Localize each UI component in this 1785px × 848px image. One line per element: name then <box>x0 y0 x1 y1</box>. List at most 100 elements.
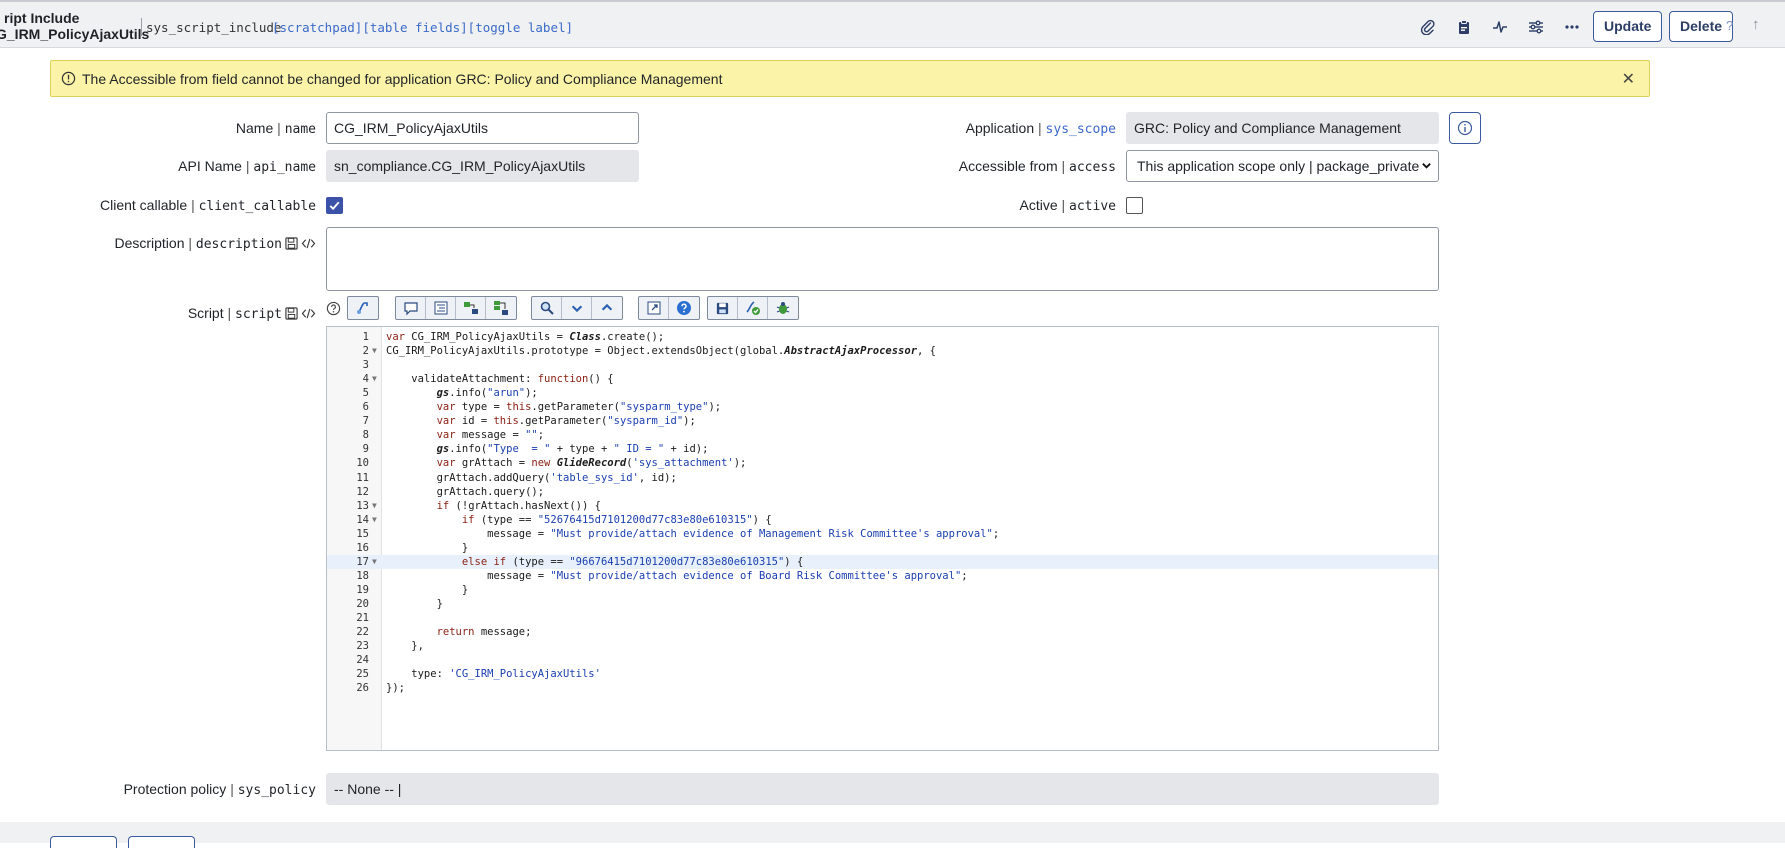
code-line[interactable]: 21 <box>327 611 1438 625</box>
code-line[interactable]: 11 grAttach.addQuery('table_sys_id', id)… <box>327 471 1438 485</box>
code-text: validateAttachment: function() { <box>386 373 614 386</box>
scroll-up-icon[interactable]: ↑ <box>1752 16 1760 33</box>
script-editor[interactable]: 1 var CG_IRM_PolicyAjaxUtils = Class.crea… <box>326 326 1439 751</box>
api-name-label: API Name | api_name <box>178 158 316 175</box>
code-line[interactable]: 17 ▼ else if (type == "96676415d7101200d7… <box>327 554 1438 569</box>
line-number: 17 <box>356 555 369 568</box>
code-line[interactable]: 5 gs.info("arun"); <box>327 386 1438 400</box>
toolbar-group-view <box>638 296 700 320</box>
fold-arrow-icon[interactable]: ▼ <box>372 513 377 527</box>
fold-down-icon[interactable] <box>562 297 592 319</box>
clipboard-icon[interactable] <box>1451 15 1477 39</box>
code-line[interactable]: 19 } <box>327 583 1438 597</box>
code-line[interactable]: 26}); <box>327 681 1438 695</box>
sliders-icon[interactable] <box>1523 15 1549 39</box>
replace-all-icon[interactable] <box>486 297 516 319</box>
code-text: grAttach.addQuery('table_sys_id', id); <box>386 471 677 484</box>
scratchpad-link[interactable]: [scratchpad] <box>272 20 362 35</box>
paperclip-icon[interactable] <box>1415 15 1441 39</box>
code-line[interactable]: 9 gs.info("Type = " + type + " ID = " + … <box>327 442 1438 456</box>
code-line[interactable]: 20 } <box>327 597 1438 611</box>
script-help-icon[interactable] <box>326 301 341 319</box>
debug-icon[interactable] <box>768 297 798 319</box>
fold-up-icon[interactable] <box>592 297 622 319</box>
active-checkbox[interactable] <box>1126 197 1143 214</box>
code-line[interactable]: 10 var grAttach = new GlideRecord('sys_a… <box>327 456 1438 470</box>
script-debugger-icon[interactable] <box>738 297 768 319</box>
line-number: 19 <box>356 583 369 596</box>
update-button[interactable]: Update <box>1593 11 1663 42</box>
code-line[interactable]: 12 grAttach.query(); <box>327 485 1438 499</box>
code-line[interactable]: 25 type: 'CG_IRM_PolicyAjaxUtils' <box>327 667 1438 681</box>
code-text: if (!grAttach.hasNext()) { <box>436 499 601 512</box>
format-icon[interactable] <box>426 297 456 319</box>
form-header: ript Include G_IRM_PolicyAjaxUtils sys_s… <box>0 0 1785 48</box>
code-line[interactable]: 2 ▼ CG_IRM_PolicyAjaxUtils.prototype = Obj… <box>327 344 1438 358</box>
code-line[interactable]: 7 var id = this.getParameter("sysparm_id… <box>327 414 1438 428</box>
script-include-icon[interactable] <box>348 297 378 319</box>
footer-update-button[interactable] <box>50 836 117 848</box>
close-icon[interactable]: ✕ <box>1622 69 1635 89</box>
toggle-label-link[interactable]: [toggle label] <box>468 20 573 35</box>
code-line[interactable]: 13 ▼ if (!grAttach.hasNext()) { <box>327 499 1438 513</box>
code-line[interactable]: 14 ▼ if (type == "52676415d7101200d77c83e… <box>327 513 1438 527</box>
protection-policy-field: -- None -- | <box>326 773 1439 805</box>
fullscreen-icon[interactable] <box>639 297 669 319</box>
code-icon[interactable] <box>301 307 316 320</box>
checkmark-icon <box>329 201 340 211</box>
activity-icon[interactable] <box>1487 15 1513 39</box>
code-line[interactable]: 15 message = "Must provide/attach eviden… <box>327 527 1438 541</box>
code-line[interactable]: 1 var CG_IRM_PolicyAjaxUtils = Class.crea… <box>327 330 1438 344</box>
client-callable-checkbox[interactable] <box>326 197 343 214</box>
form-footer <box>0 822 1785 843</box>
script-label: Script | script <box>188 305 316 322</box>
replace-icon[interactable] <box>456 297 486 319</box>
fold-arrow-icon[interactable]: ▼ <box>372 372 377 386</box>
line-number: 25 <box>356 668 369 681</box>
code-text: type: 'CG_IRM_PolicyAjaxUtils' <box>386 668 601 681</box>
footer-delete-button[interactable] <box>128 836 195 848</box>
code-line[interactable]: 22 return message; <box>327 625 1438 639</box>
line-number: 11 <box>356 471 369 484</box>
help-icon[interactable] <box>669 297 699 319</box>
api-name-field: sn_compliance.CG_IRM_PolicyAjaxUtils <box>326 150 639 182</box>
save-field-icon[interactable] <box>285 237 298 250</box>
line-number: 21 <box>356 612 369 624</box>
code-line[interactable]: 24 <box>327 653 1438 667</box>
comment-icon[interactable] <box>396 297 426 319</box>
code-text: }, <box>386 640 424 653</box>
fold-arrow-icon[interactable]: ▼ <box>372 344 377 358</box>
fold-arrow-icon[interactable]: ▼ <box>372 499 377 513</box>
code-text: } <box>386 583 469 596</box>
fold-arrow-icon[interactable]: ▼ <box>372 555 377 569</box>
save-field-icon[interactable] <box>285 307 298 320</box>
search-icon[interactable] <box>532 297 562 319</box>
alert-message: The Accessible from field cannot be chan… <box>82 71 723 87</box>
help-icon[interactable]: ? <box>1726 18 1733 33</box>
code-line[interactable]: 3 <box>327 358 1438 372</box>
code-line[interactable]: 16 } <box>327 541 1438 555</box>
code-line[interactable]: 18 message = "Must provide/attach eviden… <box>327 569 1438 583</box>
form-title-line2: G_IRM_PolicyAjaxUtils <box>0 26 150 42</box>
code-line[interactable]: 8 var message = ""; <box>327 428 1438 442</box>
line-number: 6 <box>362 401 369 414</box>
code-text: else if (type == "96676415d7101200d77c83… <box>461 555 804 568</box>
accessible-from-select[interactable]: This application scope only | package_pr… <box>1126 150 1439 182</box>
code-line[interactable]: 23 }, <box>327 639 1438 653</box>
code-line[interactable]: 6 var type = this.getParameter("sysparm_… <box>327 400 1438 414</box>
more-icon[interactable] <box>1559 15 1585 39</box>
code-text: message = "Must provide/attach evidence … <box>386 569 968 582</box>
name-input[interactable]: CG_IRM_PolicyAjaxUtils <box>326 112 639 144</box>
code-icon[interactable] <box>301 237 316 250</box>
line-number: 15 <box>356 527 369 540</box>
code-line[interactable]: 4 ▼ validateAttachment: function() { <box>327 372 1438 386</box>
delete-button[interactable]: Delete <box>1669 11 1734 42</box>
name-label: Name | name <box>235 120 316 137</box>
line-number: 24 <box>356 654 369 667</box>
save-icon[interactable] <box>708 297 738 319</box>
description-textarea[interactable] <box>326 227 1439 291</box>
table-fields-link[interactable]: [table fields] <box>362 20 467 35</box>
info-circle-icon <box>61 71 76 89</box>
code-text: var CG_IRM_PolicyAjaxUtils = Class.creat… <box>386 331 665 343</box>
application-info-button[interactable] <box>1449 112 1481 144</box>
